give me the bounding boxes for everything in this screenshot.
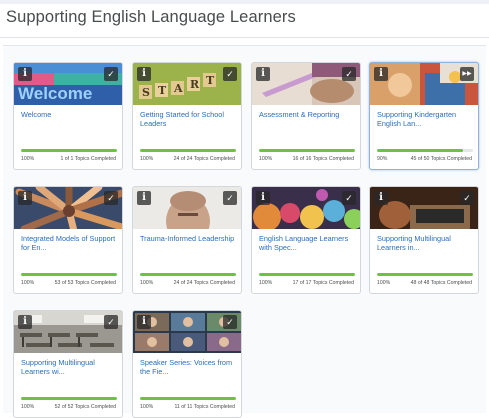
progress-fill [377,273,473,276]
checkmark-icon: ✓ [104,191,118,205]
title-divider [0,37,489,38]
course-title-link[interactable]: Integrated Models of Support for En... [21,235,119,252]
course-card[interactable]: S T A R Ti ✓ Getting Started for School Leader… [132,62,242,170]
svg-text:Welcome: Welcome [18,84,92,103]
progress-bar [259,149,355,152]
progress-bar [21,149,117,152]
checkmark-icon: ✓ [342,67,356,81]
svg-text:T: T [158,84,167,97]
svg-text:S: S [142,86,150,99]
topics-completed: 17 of 17 Topics Completed [292,280,354,286]
course-card[interactable]: i ✓ Supporting Multilingual Learners wi...… [13,310,123,418]
course-card[interactable]: i ✓ English Language Learners with Spec...… [251,186,361,294]
progress-bar [21,397,117,400]
info-icon[interactable]: i [18,191,32,205]
top-strip [0,0,489,4]
info-icon[interactable]: i [137,67,151,81]
page-title: Supporting English Language Learners [6,8,296,26]
checkmark-icon: ✓ [460,191,474,205]
checkmark-icon: ✓ [223,191,237,205]
course-card[interactable]: i ✓ Supporting Multilingual Learners in...… [369,186,479,294]
info-icon[interactable]: i [374,191,388,205]
info-icon[interactable]: i [18,315,32,329]
info-icon[interactable]: i [137,315,151,329]
progress-fill [259,149,355,152]
svg-text:R: R [190,78,200,91]
progress-percent: 100% [21,404,35,410]
topics-completed: 24 of 24 Topics Completed [173,280,235,286]
progress-fill [377,149,464,152]
info-icon[interactable]: i [256,67,270,81]
course-card[interactable]: i ✓ Integrated Models of Support for En...… [13,186,123,294]
course-card[interactable]: i ▶▶ Supporting Kindergarten English Lan..… [369,62,479,170]
checkmark-icon: ✓ [104,315,118,329]
progress-bar [140,397,236,400]
checkmark-icon: ✓ [223,315,237,329]
course-title-link[interactable]: Trauma-Informed Leadership [140,235,238,244]
progress-bar [21,273,117,276]
progress-percent: 100% [259,280,273,286]
topics-completed: 48 of 48 Topics Completed [410,280,472,286]
progress-bar [140,273,236,276]
progress-fill [259,273,355,276]
progress-fill [140,149,236,152]
course-title-link[interactable]: Supporting Kindergarten English Lan... [377,111,475,128]
course-card[interactable]: i ✓ Assessment & Reporting 100% 16 of 16 Top… [251,62,361,170]
progress-percent: 100% [21,156,35,162]
svg-text:A: A [173,82,183,95]
fast-forward-icon: ▶▶ [460,67,474,81]
topics-completed: 16 of 16 Topics Completed [292,156,354,162]
progress-fill [140,397,236,400]
topics-completed: 45 of 50 Topics Completed [410,156,472,162]
progress-percent: 100% [140,156,154,162]
course-card[interactable]: Welcome i ✓ Welcome 100% 1 of 1 Topics Comple… [13,62,123,170]
checkmark-icon: ✓ [104,67,118,81]
course-title-link[interactable]: Assessment & Reporting [259,111,357,120]
progress-percent: 100% [140,280,154,286]
progress-percent: 100% [21,280,35,286]
progress-percent: 100% [259,156,273,162]
topics-completed: 11 of 11 Topics Completed [174,404,235,410]
info-icon[interactable]: i [256,191,270,205]
progress-bar [377,273,473,276]
progress-percent: 100% [140,404,154,410]
progress-fill [21,397,117,400]
progress-fill [21,149,117,152]
course-card[interactable]: i ✓ Speaker Series: Voices from the Fie...… [132,310,242,418]
svg-text:T: T [206,74,215,87]
info-icon[interactable]: i [18,67,32,81]
progress-fill [21,273,117,276]
course-title-link[interactable]: English Language Learners with Spec... [259,235,357,252]
topics-completed: 24 of 24 Topics Completed [173,156,235,162]
course-title-link[interactable]: Supporting Multilingual Learners in... [377,235,475,252]
topics-completed: 52 of 52 Topics Completed [54,404,116,410]
topics-completed: 1 of 1 Topics Completed [60,156,116,162]
course-title-link[interactable]: Welcome [21,111,119,120]
progress-fill [140,273,236,276]
checkmark-icon: ✓ [342,191,356,205]
course-title-link[interactable]: Supporting Multilingual Learners wi... [21,359,119,376]
info-icon[interactable]: i [374,67,388,81]
progress-bar [259,273,355,276]
checkmark-icon: ✓ [223,67,237,81]
progress-percent: 100% [377,280,391,286]
course-title-link[interactable]: Getting Started for School Leaders [140,111,238,128]
info-icon[interactable]: i [137,191,151,205]
course-card[interactable]: i ✓ Trauma-Informed Leadership 100% 24 of 24… [132,186,242,294]
progress-percent: 90% [377,156,388,162]
course-title-link[interactable]: Speaker Series: Voices from the Fie... [140,359,238,376]
progress-bar [140,149,236,152]
progress-bar [377,149,473,152]
topics-completed: 53 of 53 Topics Completed [54,280,116,286]
